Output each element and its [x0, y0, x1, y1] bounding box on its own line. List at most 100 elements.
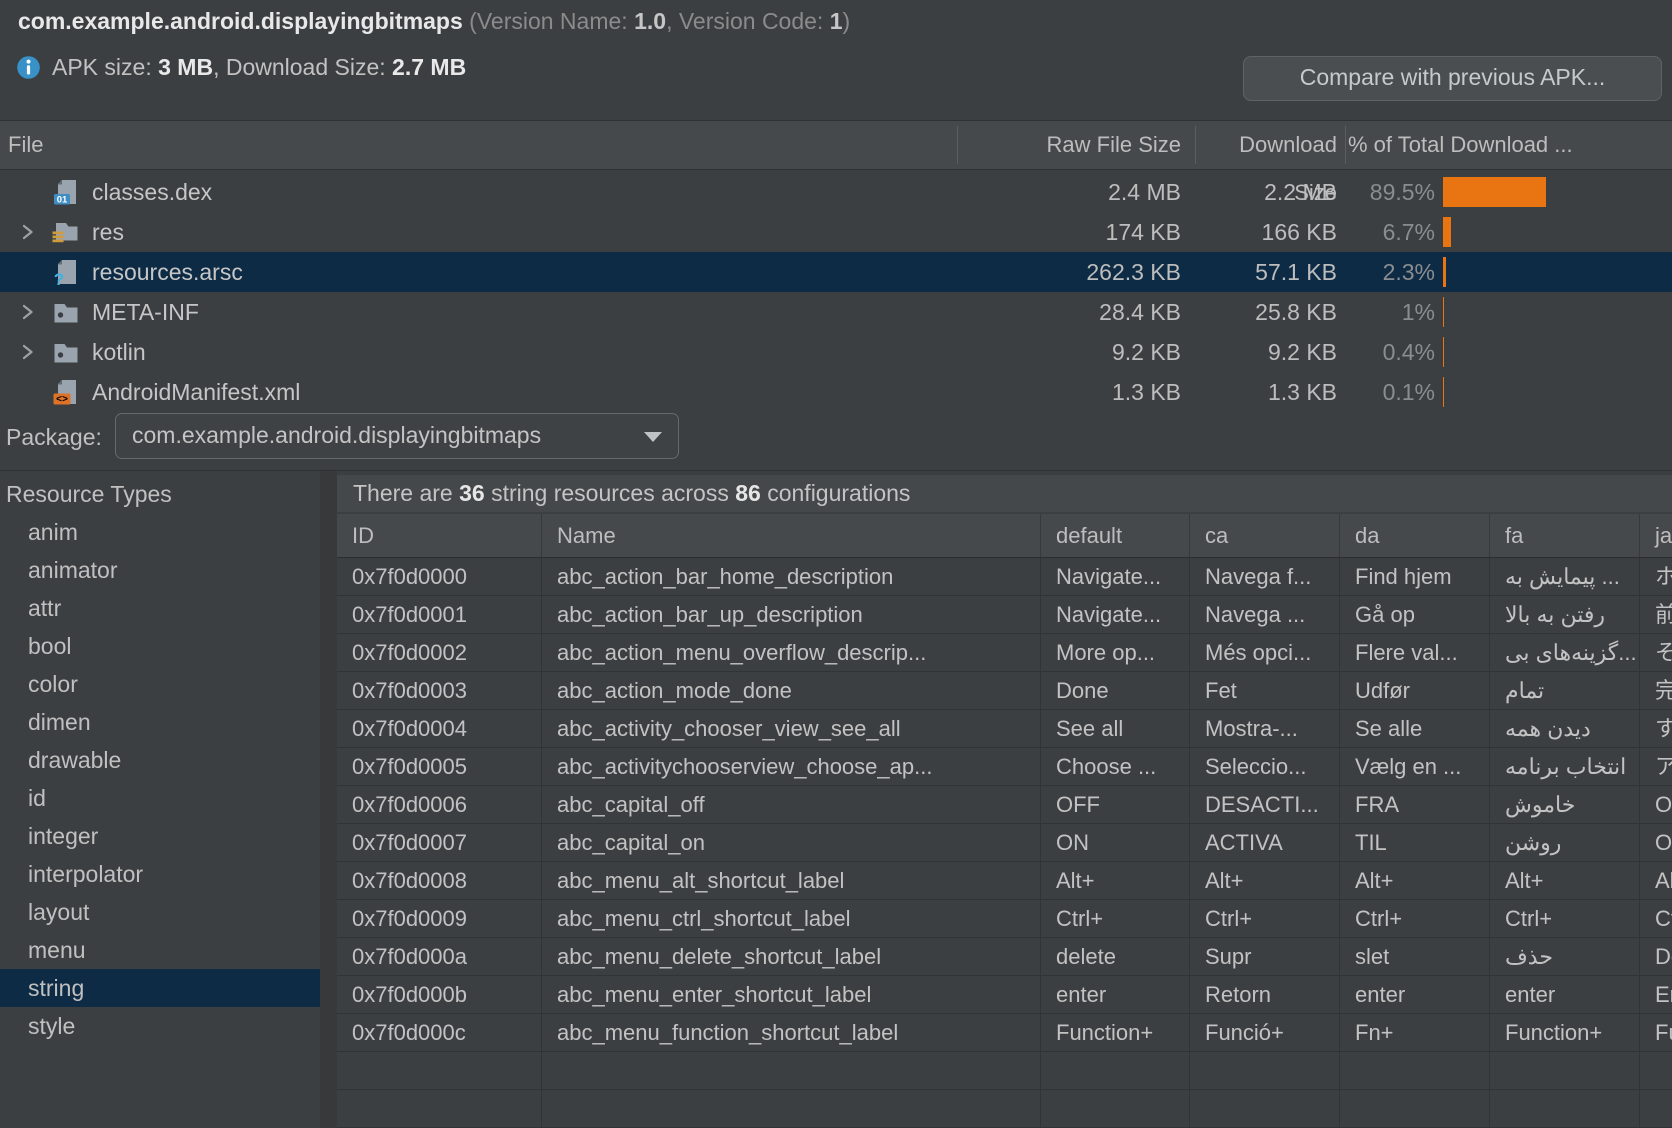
cell-ca[interactable]: ACTIVA [1190, 824, 1340, 861]
cell-da[interactable]: slet [1340, 938, 1490, 975]
file-row[interactable]: res 174 KB 166 KB 6.7% [0, 212, 1672, 252]
cell-id[interactable]: 0x7f0d000c [337, 1014, 542, 1051]
cell-name[interactable]: abc_menu_enter_shortcut_label [542, 976, 1041, 1013]
string-resource-row[interactable]: 0x7f0d0004 abc_activity_chooser_view_see_… [337, 710, 1672, 748]
cell-da[interactable]: Flere val... [1340, 634, 1490, 671]
string-resource-row[interactable]: 0x7f0d0000 abc_action_bar_home_descriptio… [337, 558, 1672, 596]
cell-default[interactable] [1041, 1090, 1190, 1127]
cell-ja[interactable]: OFF [1640, 786, 1672, 823]
cell-default[interactable]: More op... [1041, 634, 1190, 671]
cell-ca[interactable] [1190, 1052, 1340, 1089]
cell-ca[interactable]: Supr [1190, 938, 1340, 975]
cell-fa[interactable]: Ctrl+ [1490, 900, 1640, 937]
cell-fa[interactable]: حذف [1490, 938, 1640, 975]
cell-id[interactable] [337, 1052, 542, 1089]
cell-ja[interactable]: Ctrl+ [1640, 900, 1672, 937]
file-row[interactable]: kotlin 9.2 KB 9.2 KB 0.4% [0, 332, 1672, 372]
cell-da[interactable] [1340, 1090, 1490, 1127]
cell-ja[interactable]: 完了 [1640, 672, 1672, 709]
chevron-right-icon[interactable] [16, 301, 38, 323]
string-resource-row[interactable]: 0x7f0d000c abc_menu_function_shortcut_lab… [337, 1014, 1672, 1052]
cell-default[interactable]: enter [1041, 976, 1190, 1013]
cell-ja[interactable] [1640, 1052, 1672, 1089]
string-resource-row[interactable]: 0x7f0d0007 abc_capital_on ON ACTIVA TIL روشن O… [337, 824, 1672, 862]
cell-da[interactable]: Vælg en ... [1340, 748, 1490, 785]
cell-name[interactable]: abc_activity_chooser_view_see_all [542, 710, 1041, 747]
cell-ca[interactable]: Més opci... [1190, 634, 1340, 671]
sidebar-item-string[interactable]: string [0, 969, 320, 1007]
cell-default[interactable] [1041, 1052, 1190, 1089]
cell-name[interactable]: abc_menu_ctrl_shortcut_label [542, 900, 1041, 937]
cell-ja[interactable]: Alt+ [1640, 862, 1672, 899]
cell-name[interactable]: abc_capital_off [542, 786, 1041, 823]
compare-with-previous-apk-button[interactable]: Compare with previous APK... [1243, 56, 1662, 101]
string-resource-row[interactable]: 0x7f0d0008 abc_menu_alt_shortcut_label Alt… [337, 862, 1672, 900]
cell-id[interactable] [337, 1090, 542, 1127]
cell-ca[interactable]: Retorn [1190, 976, 1340, 1013]
string-resource-row[interactable]: 0x7f0d0001 abc_action_bar_up_description N… [337, 596, 1672, 634]
column-header-id[interactable]: ID [337, 514, 542, 557]
cell-default[interactable]: Function+ [1041, 1014, 1190, 1051]
sidebar-item-anim[interactable]: anim [0, 513, 320, 551]
column-header-ja[interactable]: ja [1640, 514, 1672, 557]
cell-default[interactable]: Ctrl+ [1041, 900, 1190, 937]
cell-ja[interactable] [1640, 1090, 1672, 1127]
sidebar-item-attr[interactable]: attr [0, 589, 320, 627]
cell-fa[interactable]: انتخاب برنامه [1490, 748, 1640, 785]
cell-ca[interactable]: Navega ... [1190, 596, 1340, 633]
cell-id[interactable]: 0x7f0d0001 [337, 596, 542, 633]
column-header-name[interactable]: Name [542, 514, 1041, 557]
file-row[interactable]: META-INF 28.4 KB 25.8 KB 1% [0, 292, 1672, 332]
string-resource-row[interactable]: 0x7f0d0006 abc_capital_off OFF DESACTI... FR… [337, 786, 1672, 824]
cell-ca[interactable]: Ctrl+ [1190, 900, 1340, 937]
sidebar-item-integer[interactable]: integer [0, 817, 320, 855]
cell-name[interactable]: abc_action_bar_home_description [542, 558, 1041, 595]
cell-default[interactable]: Navigate... [1041, 558, 1190, 595]
cell-fa[interactable]: روشن [1490, 824, 1640, 861]
cell-ja[interactable]: すべて... [1640, 710, 1672, 747]
cell-default[interactable]: Done [1041, 672, 1190, 709]
cell-default[interactable]: ON [1041, 824, 1190, 861]
cell-name[interactable]: abc_menu_delete_shortcut_label [542, 938, 1041, 975]
string-resource-row[interactable]: 0x7f0d0005 abc_activitychooserview_choose… [337, 748, 1672, 786]
cell-name[interactable]: abc_action_bar_up_description [542, 596, 1041, 633]
column-header-pct-of-total-download[interactable]: % of Total Download ... [1348, 121, 1668, 169]
cell-name[interactable]: abc_menu_function_shortcut_label [542, 1014, 1041, 1051]
string-resource-row[interactable]: 0x7f0d0002 abc_action_menu_overflow_descr… [337, 634, 1672, 672]
cell-id[interactable]: 0x7f0d0005 [337, 748, 542, 785]
sidebar-item-menu[interactable]: menu [0, 931, 320, 969]
cell-ja[interactable]: Function+ [1640, 1014, 1672, 1051]
cell-fa[interactable]: رفتن به بالا [1490, 596, 1640, 633]
cell-fa[interactable]: خاموش [1490, 786, 1640, 823]
cell-ja[interactable]: Del [1640, 938, 1672, 975]
cell-ca[interactable]: Seleccio... [1190, 748, 1340, 785]
cell-name[interactable]: abc_action_mode_done [542, 672, 1041, 709]
cell-fa[interactable]: تمام [1490, 672, 1640, 709]
sidebar-item-layout[interactable]: layout [0, 893, 320, 931]
string-resource-row[interactable]: 0x7f0d0009 abc_menu_ctrl_shortcut_label Ct… [337, 900, 1672, 938]
cell-da[interactable]: Alt+ [1340, 862, 1490, 899]
sidebar-item-id[interactable]: id [0, 779, 320, 817]
cell-ja[interactable]: Enter [1640, 976, 1672, 1013]
column-divider[interactable] [1345, 126, 1346, 164]
column-divider[interactable] [957, 126, 958, 164]
cell-fa[interactable] [1490, 1052, 1640, 1089]
cell-id[interactable]: 0x7f0d000a [337, 938, 542, 975]
cell-fa[interactable]: دیدن همه [1490, 710, 1640, 747]
sidebar-item-drawable[interactable]: drawable [0, 741, 320, 779]
cell-da[interactable]: Fn+ [1340, 1014, 1490, 1051]
cell-default[interactable]: delete [1041, 938, 1190, 975]
string-resource-row[interactable]: 0x7f0d000b abc_menu_enter_shortcut_label e… [337, 976, 1672, 1014]
sidebar-item-color[interactable]: color [0, 665, 320, 703]
cell-ca[interactable]: Navega f... [1190, 558, 1340, 595]
cell-id[interactable]: 0x7f0d0002 [337, 634, 542, 671]
cell-default[interactable]: See all [1041, 710, 1190, 747]
cell-ja[interactable]: ホーム... [1640, 558, 1672, 595]
sidebar-item-style[interactable]: style [0, 1007, 320, 1045]
cell-ca[interactable]: DESACTI... [1190, 786, 1340, 823]
string-resource-row[interactable] [337, 1090, 1672, 1128]
cell-fa[interactable]: enter [1490, 976, 1640, 1013]
cell-default[interactable]: Alt+ [1041, 862, 1190, 899]
cell-ca[interactable]: Mostra-... [1190, 710, 1340, 747]
cell-fa[interactable]: Alt+ [1490, 862, 1640, 899]
